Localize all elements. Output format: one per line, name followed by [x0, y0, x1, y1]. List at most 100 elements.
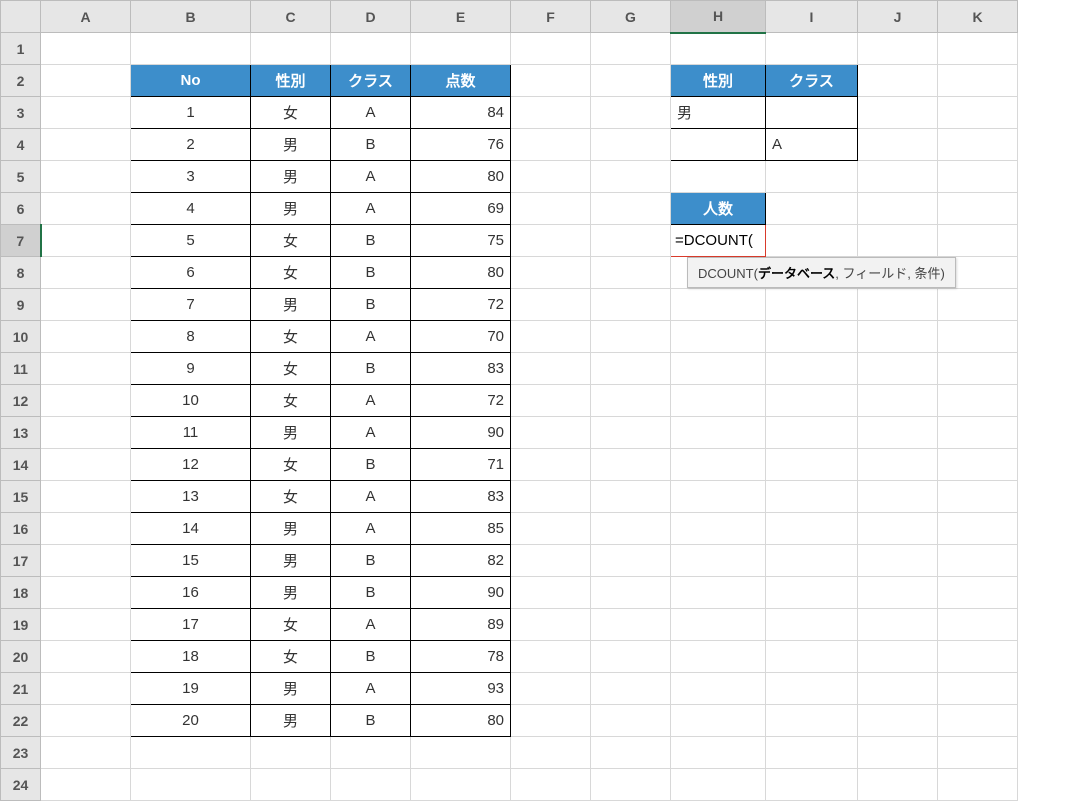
cell-D13[interactable]: A: [331, 417, 411, 449]
cell-G7[interactable]: [591, 225, 671, 257]
row-header-18[interactable]: 18: [1, 577, 41, 609]
cell-C6[interactable]: 男: [251, 193, 331, 225]
cell-H18[interactable]: [671, 577, 766, 609]
row-header-1[interactable]: 1: [1, 33, 41, 65]
cell-G19[interactable]: [591, 609, 671, 641]
cell-C15[interactable]: 女: [251, 481, 331, 513]
cell-E5[interactable]: 80: [411, 161, 511, 193]
cell-K7[interactable]: [938, 225, 1018, 257]
cell-A8[interactable]: [41, 257, 131, 289]
cell-K24[interactable]: [938, 769, 1018, 801]
cell-J24[interactable]: [858, 769, 938, 801]
cell-A11[interactable]: [41, 353, 131, 385]
cell-C10[interactable]: 女: [251, 321, 331, 353]
row-header-9[interactable]: 9: [1, 289, 41, 321]
cell-D20[interactable]: B: [331, 641, 411, 673]
cell-D21[interactable]: A: [331, 673, 411, 705]
cell-B4[interactable]: 2: [131, 129, 251, 161]
cell-F23[interactable]: [511, 737, 591, 769]
cell-B20[interactable]: 18: [131, 641, 251, 673]
cell-K20[interactable]: [938, 641, 1018, 673]
col-header-I[interactable]: I: [766, 1, 858, 33]
cell-D10[interactable]: A: [331, 321, 411, 353]
row-header-12[interactable]: 12: [1, 385, 41, 417]
cell-K13[interactable]: [938, 417, 1018, 449]
cell-G20[interactable]: [591, 641, 671, 673]
cell-I14[interactable]: [766, 449, 858, 481]
formula-editing-cell[interactable]: =DCOUNT(DCOUNT(データベース, フィールド, 条件): [671, 225, 766, 257]
cell-D1[interactable]: [331, 33, 411, 65]
cell-E17[interactable]: 82: [411, 545, 511, 577]
cell-A5[interactable]: [41, 161, 131, 193]
cell-B22[interactable]: 20: [131, 705, 251, 737]
cell-A2[interactable]: [41, 65, 131, 97]
cell-I2[interactable]: クラス: [766, 65, 858, 97]
cell-A24[interactable]: [41, 769, 131, 801]
cell-H1[interactable]: [671, 33, 766, 65]
cell-C18[interactable]: 男: [251, 577, 331, 609]
cell-D17[interactable]: B: [331, 545, 411, 577]
cell-F5[interactable]: [511, 161, 591, 193]
cell-I6[interactable]: [766, 193, 858, 225]
cell-I24[interactable]: [766, 769, 858, 801]
cell-E16[interactable]: 85: [411, 513, 511, 545]
cell-C11[interactable]: 女: [251, 353, 331, 385]
cell-H24[interactable]: [671, 769, 766, 801]
col-header-J[interactable]: J: [858, 1, 938, 33]
cell-I21[interactable]: [766, 673, 858, 705]
cell-C13[interactable]: 男: [251, 417, 331, 449]
cell-A21[interactable]: [41, 673, 131, 705]
row-header-10[interactable]: 10: [1, 321, 41, 353]
cell-I15[interactable]: [766, 481, 858, 513]
cell-B2[interactable]: No: [131, 65, 251, 97]
cell-B7[interactable]: 5: [131, 225, 251, 257]
cell-E18[interactable]: 90: [411, 577, 511, 609]
cell-C20[interactable]: 女: [251, 641, 331, 673]
cell-J15[interactable]: [858, 481, 938, 513]
cell-E12[interactable]: 72: [411, 385, 511, 417]
cell-F11[interactable]: [511, 353, 591, 385]
cell-B5[interactable]: 3: [131, 161, 251, 193]
cell-D4[interactable]: B: [331, 129, 411, 161]
row-header-20[interactable]: 20: [1, 641, 41, 673]
cell-D3[interactable]: A: [331, 97, 411, 129]
cell-C4[interactable]: 男: [251, 129, 331, 161]
cell-D22[interactable]: B: [331, 705, 411, 737]
cell-D23[interactable]: [331, 737, 411, 769]
cell-I22[interactable]: [766, 705, 858, 737]
cell-C12[interactable]: 女: [251, 385, 331, 417]
cell-K19[interactable]: [938, 609, 1018, 641]
cell-G14[interactable]: [591, 449, 671, 481]
row-header-11[interactable]: 11: [1, 353, 41, 385]
cell-K23[interactable]: [938, 737, 1018, 769]
cell-D12[interactable]: A: [331, 385, 411, 417]
cell-H20[interactable]: [671, 641, 766, 673]
cell-B17[interactable]: 15: [131, 545, 251, 577]
cell-A12[interactable]: [41, 385, 131, 417]
grid-table[interactable]: A B C D E F G H I J K 12No性別クラス点数性別クラス31…: [0, 0, 1018, 801]
cell-H3[interactable]: 男: [671, 97, 766, 129]
cell-G1[interactable]: [591, 33, 671, 65]
cell-B23[interactable]: [131, 737, 251, 769]
row-header-19[interactable]: 19: [1, 609, 41, 641]
cell-E4[interactable]: 76: [411, 129, 511, 161]
row-header-6[interactable]: 6: [1, 193, 41, 225]
cell-F22[interactable]: [511, 705, 591, 737]
row-header-23[interactable]: 23: [1, 737, 41, 769]
cell-B6[interactable]: 4: [131, 193, 251, 225]
col-header-F[interactable]: F: [511, 1, 591, 33]
cell-J13[interactable]: [858, 417, 938, 449]
cell-F21[interactable]: [511, 673, 591, 705]
cell-K3[interactable]: [938, 97, 1018, 129]
cell-H9[interactable]: [671, 289, 766, 321]
row-header-17[interactable]: 17: [1, 545, 41, 577]
cell-H6[interactable]: 人数: [671, 193, 766, 225]
cell-J17[interactable]: [858, 545, 938, 577]
cell-C7[interactable]: 女: [251, 225, 331, 257]
cell-G17[interactable]: [591, 545, 671, 577]
cell-G11[interactable]: [591, 353, 671, 385]
cell-F19[interactable]: [511, 609, 591, 641]
cell-G10[interactable]: [591, 321, 671, 353]
cell-A20[interactable]: [41, 641, 131, 673]
cell-F3[interactable]: [511, 97, 591, 129]
